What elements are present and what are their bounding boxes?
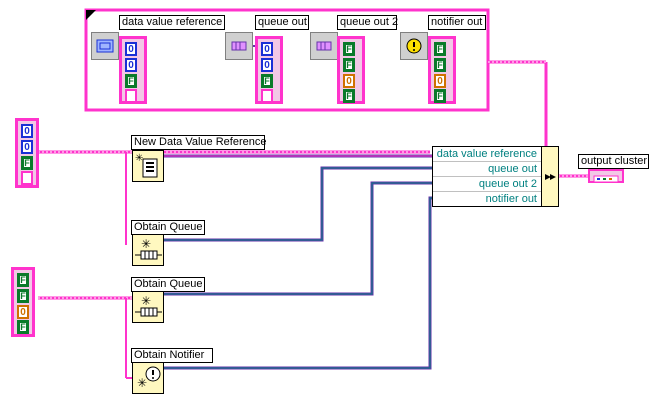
boolean-element: F xyxy=(343,89,355,103)
block-diagram: data value reference queue out queue out… xyxy=(0,0,661,412)
obtain-queue-icon: ✳ xyxy=(135,294,162,317)
new-data-value-reference-node[interactable]: ✳ xyxy=(132,150,164,182)
obtain-queue-node-2[interactable]: ✳ xyxy=(132,291,164,323)
queue-cluster-constant[interactable]: 0 0 F xyxy=(255,36,283,104)
new-dvr-icon: ✳ xyxy=(135,153,158,178)
notifier-type-icon xyxy=(400,32,428,60)
boolean-element: F xyxy=(17,289,29,303)
notifier-cluster-constant[interactable]: F F 0 F xyxy=(428,36,456,104)
string-element xyxy=(125,89,137,103)
integer-element: 0 xyxy=(434,74,446,88)
boolean-element: F xyxy=(125,74,137,88)
new-dvr-label: New Data Value Reference xyxy=(131,135,266,150)
boolean-element: F xyxy=(17,273,29,287)
numeric-element: 0 xyxy=(125,42,137,56)
obtain-queue-label-1: Obtain Queue xyxy=(131,220,205,235)
bundle-row[interactable]: data value reference xyxy=(433,147,541,162)
input-cluster-1[interactable]: 0 0 F xyxy=(15,118,39,188)
svg-text:✳: ✳ xyxy=(137,376,147,390)
obtain-notifier-icon: ✳ xyxy=(137,366,161,390)
boolean-element: F xyxy=(17,320,29,334)
pink-wire-input-cluster-2 xyxy=(38,296,132,379)
numeric-element: 0 xyxy=(261,42,273,56)
frame-label-queue-out-2: queue out 2 xyxy=(337,15,398,30)
bundle-by-name-node[interactable]: data value reference queue out queue out… xyxy=(432,146,542,207)
string-element xyxy=(21,171,33,185)
bundle-row[interactable]: notifier out xyxy=(433,192,541,207)
boolean-element: F xyxy=(21,156,33,170)
boolean-element: F xyxy=(434,42,446,56)
boolean-element: F xyxy=(343,42,355,56)
svg-text:✳: ✳ xyxy=(141,294,151,308)
cluster-indicator-icon xyxy=(593,175,619,183)
queue-type-icon-2 xyxy=(310,32,338,60)
boolean-element: F xyxy=(434,89,446,103)
bundle-arrow-icon xyxy=(545,174,556,180)
boolean-element: F xyxy=(434,58,446,72)
obtain-queue-icon: ✳ xyxy=(135,237,162,260)
boolean-element: F xyxy=(343,58,355,72)
frame-label-notifier-out: notifier out xyxy=(428,15,486,30)
svg-text:✳: ✳ xyxy=(135,153,143,164)
dvr-type-icon xyxy=(91,32,119,60)
bundle-row[interactable]: queue out xyxy=(433,162,541,177)
numeric-element: 0 xyxy=(261,58,273,72)
queue-type-icon xyxy=(225,32,253,60)
bundle-output-bar xyxy=(541,146,559,207)
svg-text:✳: ✳ xyxy=(141,237,151,251)
wire-layer xyxy=(38,8,590,379)
obtain-notifier-label: Obtain Notifier xyxy=(131,348,213,363)
frame-label-dvr: data value reference xyxy=(119,15,225,30)
obtain-queue-label-2: Obtain Queue xyxy=(131,277,205,292)
pink-wire-frame-to-bundle xyxy=(488,60,548,148)
numeric-element: 0 xyxy=(21,124,33,138)
numeric-element: 0 xyxy=(21,140,33,154)
obtain-queue-node-1[interactable]: ✳ xyxy=(132,234,164,266)
string-element xyxy=(261,89,273,103)
input-cluster-2[interactable]: F F 0 F xyxy=(11,267,35,337)
bundle-row[interactable]: queue out 2 xyxy=(433,177,541,192)
obtain-notifier-node[interactable]: ✳ xyxy=(132,362,164,394)
queue-2-cluster-constant[interactable]: F F 0 F xyxy=(337,36,365,104)
boolean-element: F xyxy=(261,74,273,88)
frame-label-queue-out: queue out xyxy=(255,15,309,30)
output-cluster-indicator[interactable] xyxy=(588,169,624,183)
dvr-cluster-constant[interactable]: 0 0 F xyxy=(119,36,147,104)
integer-element: 0 xyxy=(343,74,355,88)
integer-element: 0 xyxy=(17,305,29,319)
numeric-element: 0 xyxy=(125,58,137,72)
output-cluster-label: output cluster xyxy=(578,154,649,169)
